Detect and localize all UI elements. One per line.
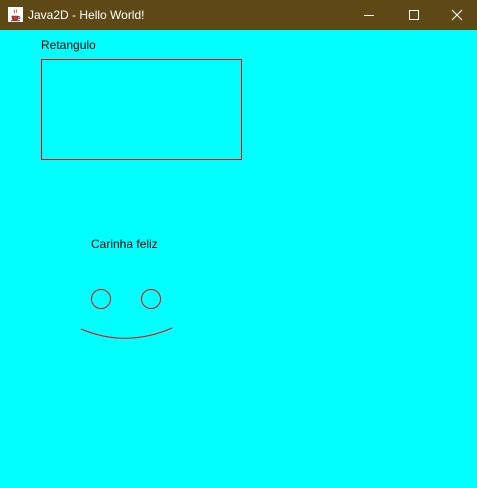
smile-arc (80, 327, 173, 339)
close-icon (451, 9, 463, 21)
window-title: Java2D - Hello World! (28, 8, 145, 22)
maximize-button[interactable] (391, 0, 437, 30)
close-button[interactable] (437, 0, 477, 30)
happy-face-label: Carinha feliz (91, 237, 158, 251)
java-coffee-icon (8, 7, 23, 22)
rectangle-shape (41, 59, 242, 160)
title-bar[interactable]: Java2D - Hello World! (0, 0, 477, 30)
minimize-button[interactable] (346, 0, 392, 30)
app-window: Java2D - Hello World! Retangulo Carinha … (0, 0, 477, 488)
rectangle-label: Retangulo (41, 38, 96, 52)
maximize-icon (409, 10, 419, 20)
right-eye-circle (141, 289, 161, 309)
drawing-canvas: Retangulo Carinha feliz (0, 30, 477, 488)
canvas-shapes (41, 59, 242, 339)
left-eye-circle (91, 289, 111, 309)
minimize-icon (364, 15, 374, 16)
